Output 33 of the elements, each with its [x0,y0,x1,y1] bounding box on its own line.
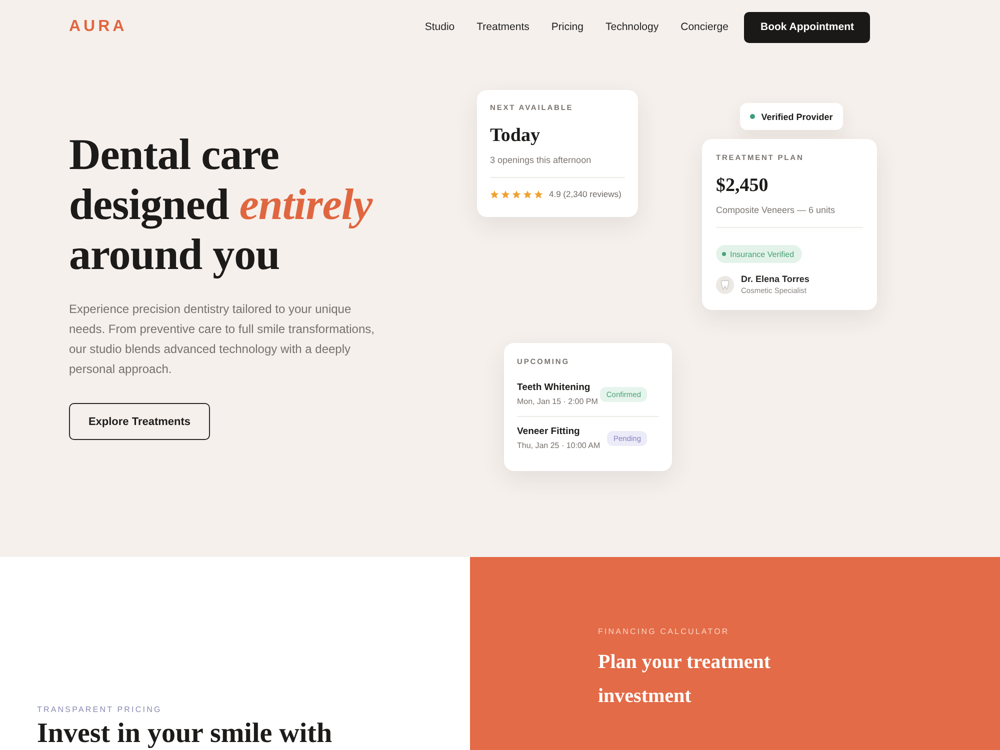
nav-link[interactable]: Studio [424,21,455,33]
availability-day: Today [490,124,625,148]
section-heading: Plan your treatment investment [598,650,772,709]
section-eyebrow: TRANSPARENT PRICING [37,705,163,715]
hero-headline: Dental care designed entirely around you [69,130,374,280]
appointment-title: Teeth Whitening [517,381,592,394]
tooth-avatar-icon [716,276,734,294]
star-icon [490,190,499,198]
section-heading: Invest in your smile with [37,719,334,749]
nav-link[interactable]: Concierge [680,21,728,33]
star-icon [534,190,543,198]
nav-link[interactable]: Treatments [476,21,530,33]
explore-treatments-button[interactable]: Explore Treatments [69,403,210,440]
verified-provider-label: Verified Provider [761,112,833,122]
plan-price: $2,450 [716,174,770,198]
star-icon [501,190,510,198]
nav-link[interactable]: Pricing [551,21,584,33]
status-dot-icon [750,114,756,119]
book-appointment-button[interactable]: Book Appointment [744,12,870,42]
appointment-time: Mon, Jan 15 · 2:00 PM [517,396,598,407]
provider-name: Dr. Elena Torres [741,273,810,285]
nav-link[interactable]: Technology [605,21,659,33]
appointment-title: Veneer Fitting [517,425,581,438]
star-icon [512,190,521,198]
star-icon [523,190,532,198]
status-dot-icon [722,252,726,256]
hero-description: Experience precision dentistry tailored to your unique needs. From preventive care to full smile transformations, our studio blends advanced technology with a deeply personal approach. [69,301,376,378]
openings-text: 3 openings this afternoon [490,154,592,166]
appointment-time: Thu, Jan 25 · 10:00 AM [517,440,600,451]
section-eyebrow: FINANCING CALCULATOR [598,626,730,638]
rating-text: 4.9 (2,340 reviews) [549,189,622,199]
insurance-status-text: Insurance Verified [730,250,794,258]
plan-description: Composite Veneers — 6 units [716,204,836,216]
